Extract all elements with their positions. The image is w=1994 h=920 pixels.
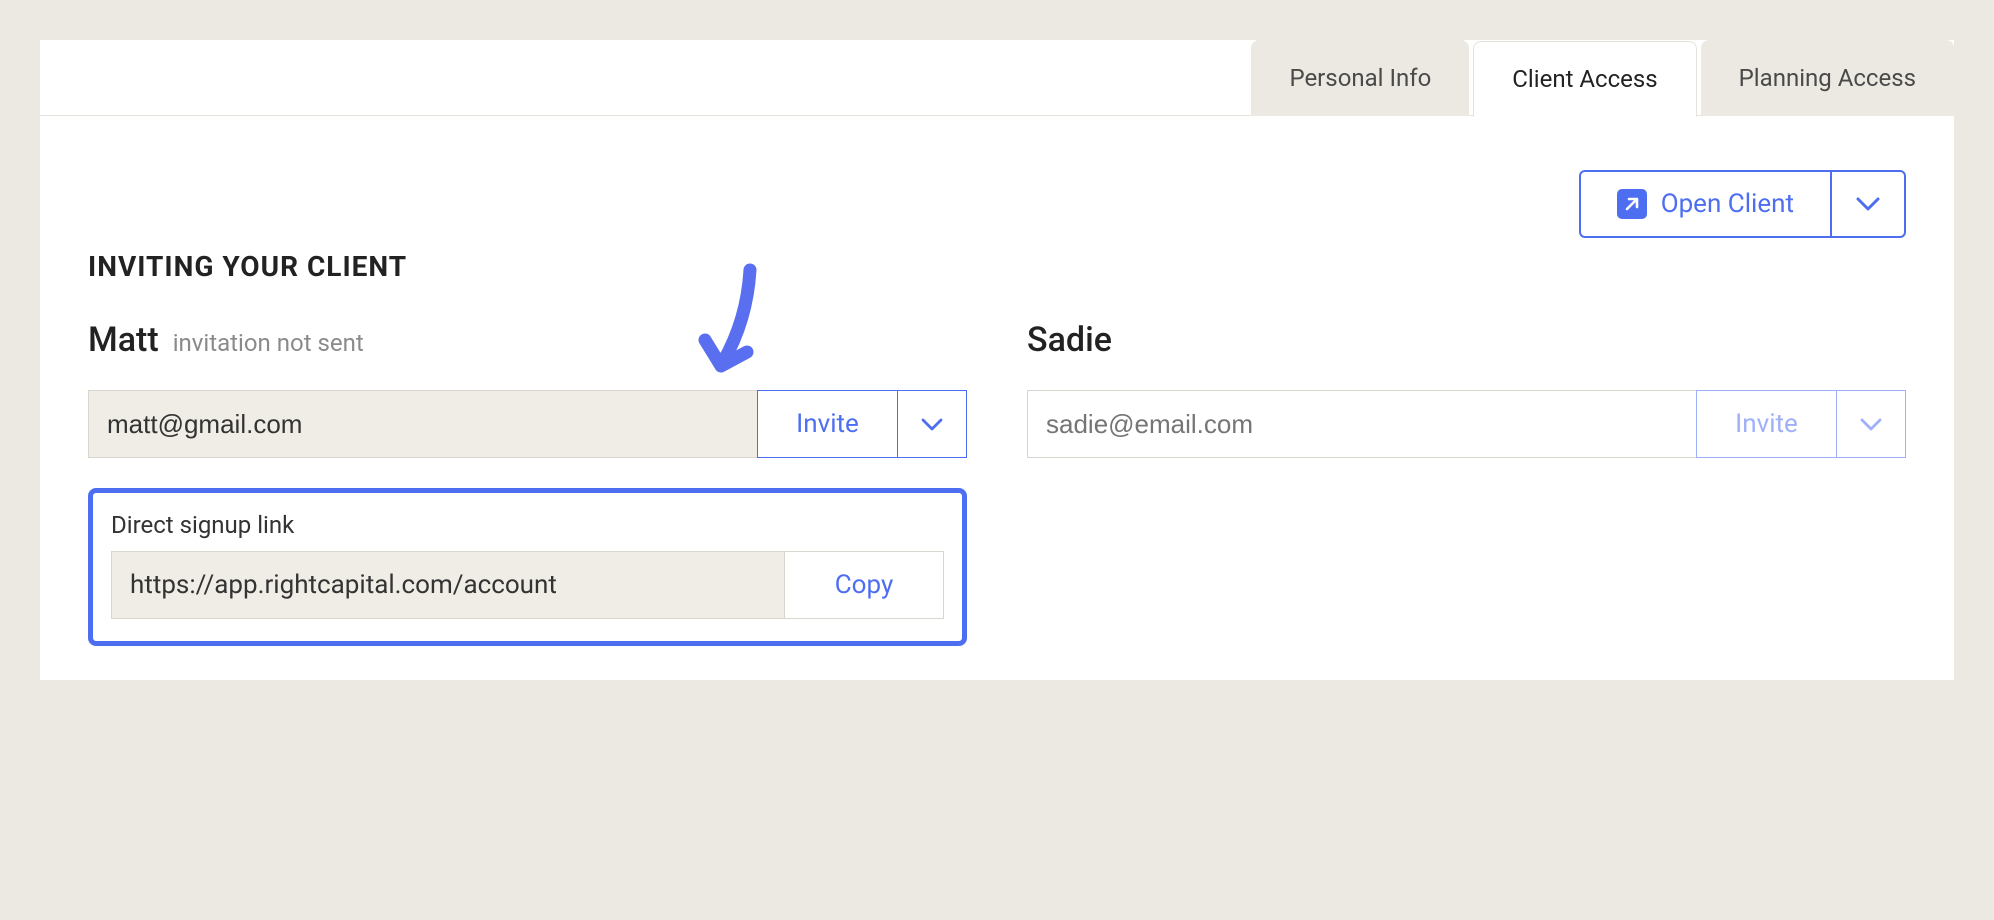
clients-row: Matt invitation not sent Invite Direct s… [88, 320, 1906, 646]
chevron-down-icon [1856, 197, 1880, 211]
client-name: Matt [88, 320, 159, 360]
signup-url-field[interactable]: https://app.rightcapital.com/account [111, 551, 784, 619]
email-field[interactable] [1027, 390, 1696, 458]
chevron-down-icon [1860, 418, 1882, 431]
signup-row: https://app.rightcapital.com/account Cop… [111, 551, 944, 619]
copy-button[interactable]: Copy [784, 551, 944, 619]
tab-client-access[interactable]: Client Access [1473, 41, 1696, 117]
client-access-panel: Personal Info Client Access Planning Acc… [40, 40, 1954, 680]
open-client-group: Open Client [1579, 170, 1906, 238]
client-name-row: Sadie [1027, 320, 1906, 370]
open-external-icon [1617, 189, 1647, 219]
client-column-sadie: Sadie Invite [1027, 320, 1906, 646]
email-row: Invite [88, 390, 967, 458]
client-column-matt: Matt invitation not sent Invite Direct s… [88, 320, 967, 646]
client-name: Sadie [1027, 320, 1112, 360]
invite-button[interactable]: Invite [757, 390, 897, 458]
tabs-bar: Personal Info Client Access Planning Acc… [40, 40, 1954, 116]
chevron-down-icon [921, 418, 943, 431]
section-heading: INVITING YOUR CLIENT [88, 250, 407, 283]
invite-dropdown[interactable] [1836, 390, 1906, 458]
open-client-dropdown[interactable] [1830, 170, 1906, 238]
open-client-label: Open Client [1661, 189, 1794, 219]
direct-signup-label: Direct signup link [111, 511, 944, 539]
email-field[interactable] [88, 390, 757, 458]
direct-signup-box: Direct signup link https://app.rightcapi… [88, 488, 967, 646]
invite-button[interactable]: Invite [1696, 390, 1836, 458]
open-client-button[interactable]: Open Client [1579, 170, 1830, 238]
email-row: Invite [1027, 390, 1906, 458]
invite-dropdown[interactable] [897, 390, 967, 458]
client-name-row: Matt invitation not sent [88, 320, 967, 370]
tab-personal-info[interactable]: Personal Info [1251, 40, 1469, 116]
tab-planning-access[interactable]: Planning Access [1701, 40, 1954, 116]
client-status: invitation not sent [173, 329, 364, 357]
